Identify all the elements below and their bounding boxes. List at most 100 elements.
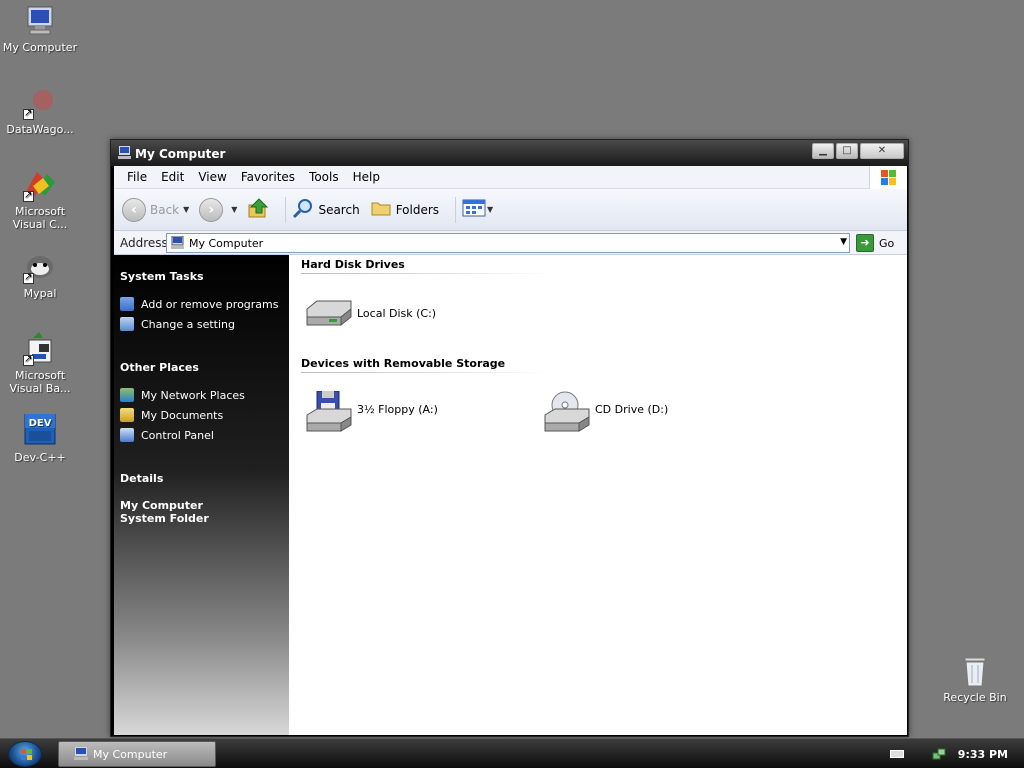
menu-tools[interactable]: Tools [302,170,346,184]
go-button[interactable]: ➜ Go [856,234,894,252]
network-icon[interactable] [932,747,946,761]
up-folder-button[interactable] [247,197,269,222]
datawagon-icon [23,86,57,120]
toolbar-separator [455,196,457,223]
desktop-icon-label: Dev-C++ [14,451,66,464]
folders-button[interactable]: Folders [370,197,439,222]
recycle-bin-icon [962,656,988,688]
dropdown-arrow-icon[interactable]: ▼ [487,205,493,214]
taskbar-button-label: My Computer [93,747,168,761]
shortcut-arrow-icon [23,353,34,366]
cd-drive-icon [541,391,591,432]
desktop-icon-visual-c[interactable]: Microsoft Visual C... [0,168,80,231]
menu-file[interactable]: File [120,170,154,184]
desktop-icon-label: My Computer [2,41,78,54]
desktop-icon-mypal[interactable]: Mypal [0,250,80,300]
place-label: My Documents [141,408,224,422]
desktop-icon-devcpp[interactable]: DEV Dev-C++ [0,413,80,464]
window-titlebar[interactable]: My Computer ▁ □ ✕ [111,140,908,166]
my-computer-window: My Computer ▁ □ ✕ File Edit View Favorit… [110,139,909,737]
address-dropdown-icon[interactable]: ▼ [840,237,847,247]
details-heading[interactable]: Details [120,472,163,485]
my-computer-icon [170,235,185,250]
search-icon [292,197,314,222]
svg-text:DEV: DEV [29,418,52,429]
minimize-button[interactable]: ▁ [812,143,834,159]
search-button[interactable]: Search [292,197,360,222]
local-disk-c[interactable]: Local Disk (C:) [303,295,436,331]
my-computer-icon [23,4,57,38]
folders-icon [370,197,392,222]
dropdown-arrow-icon[interactable]: ▼ [231,205,237,214]
views-button[interactable]: ▼ [462,198,493,221]
file-list-pane: Hard Disk Drives Local Disk (C:) Devices… [289,255,907,735]
drive-label: Local Disk (C:) [357,306,437,320]
desktop-icon-label: Mypal [23,287,57,300]
task-label: Change a setting [141,317,235,331]
add-remove-programs-link[interactable]: Add or remove programs [120,297,279,311]
menu-edit[interactable]: Edit [154,170,191,184]
add-remove-programs-icon [120,297,134,311]
network-places-icon [120,388,134,402]
clock[interactable]: 9:33 PM [958,748,1008,761]
go-arrow-icon: ➜ [856,234,874,252]
drive-label: 3½ Floppy (A:) [357,402,438,416]
folders-label: Folders [395,202,440,217]
task-pane: System Tasks Add or remove programs Chan… [114,255,289,735]
desktop-icon-label: Microsoft Visual Ba... [9,369,71,395]
desktop-icon-label: Microsoft Visual C... [12,205,68,231]
taskbar-button-my-computer[interactable]: My Computer [58,741,216,767]
desktop-icon-datawagon[interactable]: DataWago... [0,86,80,136]
menu-favorites[interactable]: Favorites [234,170,302,184]
windows-logo-icon [869,166,907,189]
my-documents-link[interactable]: My Documents [120,408,223,422]
standard-toolbar: ‹ Back ▼ › ▼ Search Folders ▼ [114,189,907,231]
forward-arrow-icon: › [199,197,224,222]
place-label: My Network Places [141,388,245,402]
group-header-removable: Devices with Removable Storage [301,357,551,373]
network-places-link[interactable]: My Network Places [120,388,245,402]
window-controls: ▁ □ ✕ [810,143,904,159]
taskbar: My Computer 9:33 PM [0,738,1024,768]
maximize-button[interactable]: □ [836,143,858,159]
control-panel-icon [120,428,134,442]
details-name: My Computer [120,499,203,512]
keyboard-icon[interactable] [889,750,904,758]
back-arrow-icon: ‹ [122,197,146,222]
cd-drive-d[interactable]: CD Drive (D:) [541,391,668,432]
my-computer-icon [73,747,89,761]
change-setting-link[interactable]: Change a setting [120,317,235,331]
other-places-heading[interactable]: Other Places [120,361,199,374]
toolbar-separator [285,196,287,223]
forward-button[interactable]: › ▼ [199,197,237,222]
go-label: Go [879,236,895,250]
recycle-bin-label: Recycle Bin [943,691,1007,704]
hard-disk-icon [303,295,353,331]
back-label: Back [150,202,180,217]
close-button[interactable]: ✕ [860,143,904,159]
task-label: Add or remove programs [141,297,279,311]
mypal-icon [23,250,57,284]
back-button[interactable]: ‹ Back ▼ [122,197,189,222]
menu-view[interactable]: View [191,170,233,184]
group-header-hard-disks: Hard Disk Drives [301,258,551,274]
control-panel-link[interactable]: Control Panel [120,428,214,442]
desktop-icon-my-computer[interactable]: My Computer [0,4,80,54]
start-button[interactable] [8,741,42,767]
menu-bar: File Edit View Favorites Tools Help [114,166,907,189]
dropdown-arrow-icon[interactable]: ▼ [183,205,189,214]
desktop-icon-visual-basic[interactable]: Microsoft Visual Ba... [0,332,80,395]
shortcut-arrow-icon [23,107,34,120]
floppy-drive-icon [303,390,353,432]
visual-c-icon [23,168,57,202]
address-field[interactable]: My Computer ▼ [166,233,850,253]
floppy-drive-a[interactable]: 3½ Floppy (A:) [303,390,438,432]
views-icon [462,198,486,221]
desktop-icon-recycle-bin[interactable]: Recycle Bin [940,656,1010,704]
system-tasks-heading[interactable]: System Tasks [120,270,204,283]
search-label: Search [318,202,360,217]
devcpp-icon: DEV [23,413,57,448]
details-type: System Folder [120,512,209,525]
system-tray: 9:33 PM [889,739,1024,768]
menu-help[interactable]: Help [346,170,387,184]
